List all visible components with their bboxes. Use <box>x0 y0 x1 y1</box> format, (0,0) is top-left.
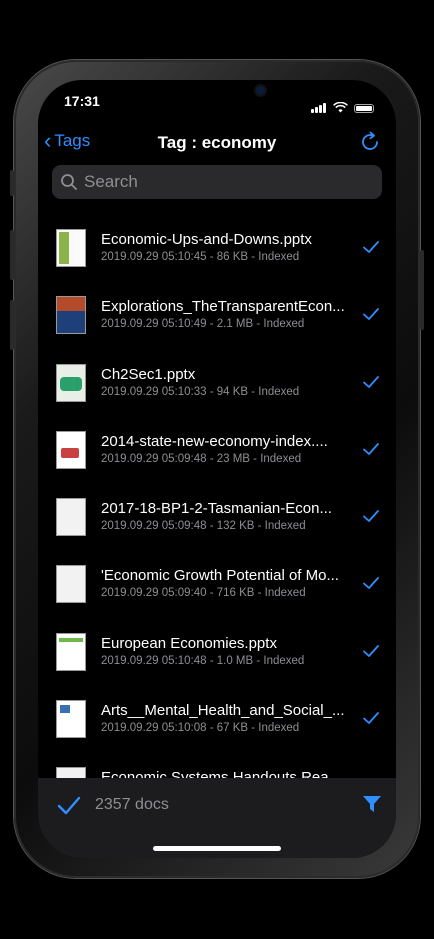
list-item[interactable]: Economic-Ups-and-Downs.pptx 2019.09.29 0… <box>38 214 396 281</box>
checkmark-icon <box>363 442 379 455</box>
file-thumbnail <box>56 296 86 335</box>
file-meta: 2019.09.29 05:09:48 - 132 KB - Indexed <box>101 520 306 533</box>
file-meta: 2019.09.29 05:10:33 - 94 KB - Indexed <box>101 385 300 398</box>
notch <box>163 80 317 110</box>
file-thumbnail <box>56 430 86 469</box>
file-thumbnail <box>56 632 86 671</box>
mute-switch <box>10 170 14 196</box>
app-screen: 17:31 ‹ Tags Tag : economy Search Econom… <box>38 80 396 858</box>
file-name: 2017-18-BP1-2-Tasmanian-Econ... <box>101 500 332 518</box>
file-thumbnail <box>56 229 86 267</box>
status-time: 17:31 <box>64 93 100 109</box>
checkmark-icon <box>363 712 379 724</box>
checkmark-icon <box>363 644 379 657</box>
file-thumbnail <box>56 700 86 739</box>
list-item[interactable]: Ch2Sec1.pptx 2019.09.29 05:10:33 - 94 KB… <box>38 349 396 416</box>
file-name: Arts__Mental_Health_and_Social_... <box>101 702 345 720</box>
camera-icon <box>256 86 265 95</box>
file-thumbnail <box>56 565 86 604</box>
doc-count: 2357 docs <box>95 796 169 813</box>
filter-icon[interactable] <box>362 794 382 814</box>
file-meta: 2019.09.29 05:10:49 - 2.1 MB - Indexed <box>101 318 305 331</box>
list-item[interactable]: Explorations_TheTransparentEcon... 2019.… <box>38 281 396 348</box>
list-item[interactable]: Economic Systems Handouts Rea... <box>38 752 396 780</box>
select-checkmark-icon[interactable] <box>56 794 82 816</box>
file-list: Economic-Ups-and-Downs.pptx 2019.09.29 0… <box>38 214 396 780</box>
page-title: Tag : economy <box>157 133 277 152</box>
checkmark-icon <box>363 510 379 523</box>
file-name: Explorations_TheTransparentEcon... <box>101 298 345 316</box>
search-input[interactable] <box>82 171 366 193</box>
file-meta: 2019.09.29 05:10:45 - 86 KB - Indexed <box>101 251 300 263</box>
file-name: Ch2Sec1.pptx <box>101 365 196 383</box>
file-meta: 2019.09.29 05:10:08 - 67 KB - Indexed <box>101 722 300 735</box>
file-name: 2014-state-new-economy-index.... <box>101 432 328 450</box>
refresh-icon[interactable] <box>358 130 382 154</box>
wifi-icon <box>333 102 348 113</box>
volume-down-button <box>10 300 14 350</box>
home-indicator[interactable] <box>153 846 281 851</box>
file-name: European Economies.pptx <box>101 634 277 652</box>
bottom-toolbar: 2357 docs <box>38 778 396 858</box>
checkmark-icon <box>363 241 379 253</box>
power-button <box>420 250 424 330</box>
list-item[interactable]: 'Economic Growth Potential of Mo... 2019… <box>38 550 396 617</box>
list-item[interactable]: 2014-state-new-economy-index.... 2019.09… <box>38 416 396 483</box>
file-name: 'Economic Growth Potential of Mo... <box>101 567 339 585</box>
file-meta: 2019.09.29 05:10:48 - 1.0 MB - Indexed <box>101 654 305 667</box>
file-thumbnail <box>56 363 86 402</box>
list-item[interactable]: 2017-18-BP1-2-Tasmanian-Econ... 2019.09.… <box>38 483 396 550</box>
list-item[interactable]: European Economies.pptx 2019.09.29 05:10… <box>38 618 396 685</box>
file-name: Economic-Ups-and-Downs.pptx <box>101 231 312 248</box>
file-meta: 2019.09.29 05:09:40 - 716 KB - Indexed <box>101 587 306 600</box>
checkmark-icon <box>363 577 379 590</box>
file-meta: 2019.09.29 05:09:48 - 23 MB - Indexed <box>101 452 302 465</box>
status-icons <box>311 95 374 113</box>
checkmark-icon <box>363 375 379 388</box>
search-bar[interactable] <box>52 165 382 199</box>
battery-icon <box>354 104 374 113</box>
checkmark-icon <box>363 308 379 321</box>
search-icon <box>61 174 77 190</box>
list-item[interactable]: Arts__Mental_Health_and_Social_... 2019.… <box>38 685 396 752</box>
navigation-bar: ‹ Tags Tag : economy <box>38 124 396 164</box>
file-thumbnail <box>56 498 86 537</box>
volume-up-button <box>10 230 14 280</box>
